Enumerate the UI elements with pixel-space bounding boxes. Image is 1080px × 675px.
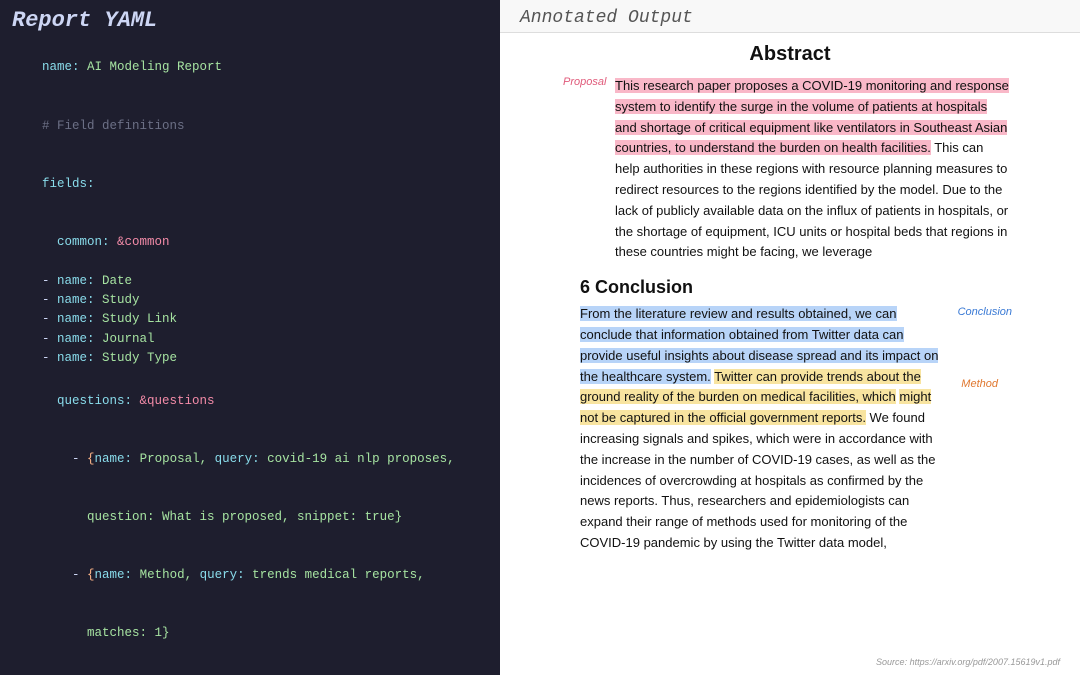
yaml-fields: fields: xyxy=(12,155,488,213)
yaml-common: common: &common xyxy=(12,213,488,271)
yaml-field-study: - name: Study xyxy=(12,291,488,310)
conclusion-label: Conclusion xyxy=(958,304,1012,322)
abstract-container: Proposal This research paper proposes a … xyxy=(615,76,1010,263)
yaml-name-line: name: AI Modeling Report xyxy=(12,39,488,97)
proposal-label: Proposal xyxy=(563,76,606,88)
conclusion-text: Conclusion From the literature review an… xyxy=(580,304,940,554)
yaml-field-journal: - name: Journal xyxy=(12,330,488,349)
source-citation: Source: https://arxiv.org/pdf/2007.15619… xyxy=(876,657,1060,667)
left-panel: Report YAML name: AI Modeling Report # F… xyxy=(0,0,500,675)
conclusion-heading: 6 Conclusion xyxy=(580,277,940,298)
yaml-field-study-type: - name: Study Type xyxy=(12,349,488,368)
abstract-pink-highlight: This research paper proposes a COVID-19 … xyxy=(615,78,1009,155)
yaml-name-value: AI Modeling Report xyxy=(87,60,222,74)
yaml-field-study-link: - name: Study Link xyxy=(12,310,488,329)
yaml-q1a: - {name: Proposal, query: covid-19 ai nl… xyxy=(12,431,488,489)
yaml-field-date: - name: Date xyxy=(12,272,488,291)
yaml-q2b: matches: 1} xyxy=(12,605,488,663)
annotated-output-header: Annotated Output xyxy=(500,0,1080,33)
yaml-q2a: - {name: Method, query: trends medical r… xyxy=(12,547,488,605)
app-title: Report YAML xyxy=(12,8,488,33)
abstract-title: Abstract xyxy=(560,43,1020,66)
method-label: Method xyxy=(961,376,998,394)
yaml-q1b: question: What is proposed, snippet: tru… xyxy=(12,489,488,547)
yaml-comment: # Field definitions xyxy=(12,97,488,155)
document-area: Abstract Proposal This research paper pr… xyxy=(500,33,1080,675)
right-panel: Annotated Output Abstract Proposal This … xyxy=(500,0,1080,675)
yaml-questions: questions: &questions xyxy=(12,372,488,430)
yaml-q3: - {name: Conclusion, query: conclusion, … xyxy=(12,663,488,675)
abstract-text: This research paper proposes a COVID-19 … xyxy=(615,76,1010,263)
conclusion-section: 6 Conclusion Conclusion From the literat… xyxy=(580,277,940,554)
yaml-name-key: name: xyxy=(42,60,87,74)
